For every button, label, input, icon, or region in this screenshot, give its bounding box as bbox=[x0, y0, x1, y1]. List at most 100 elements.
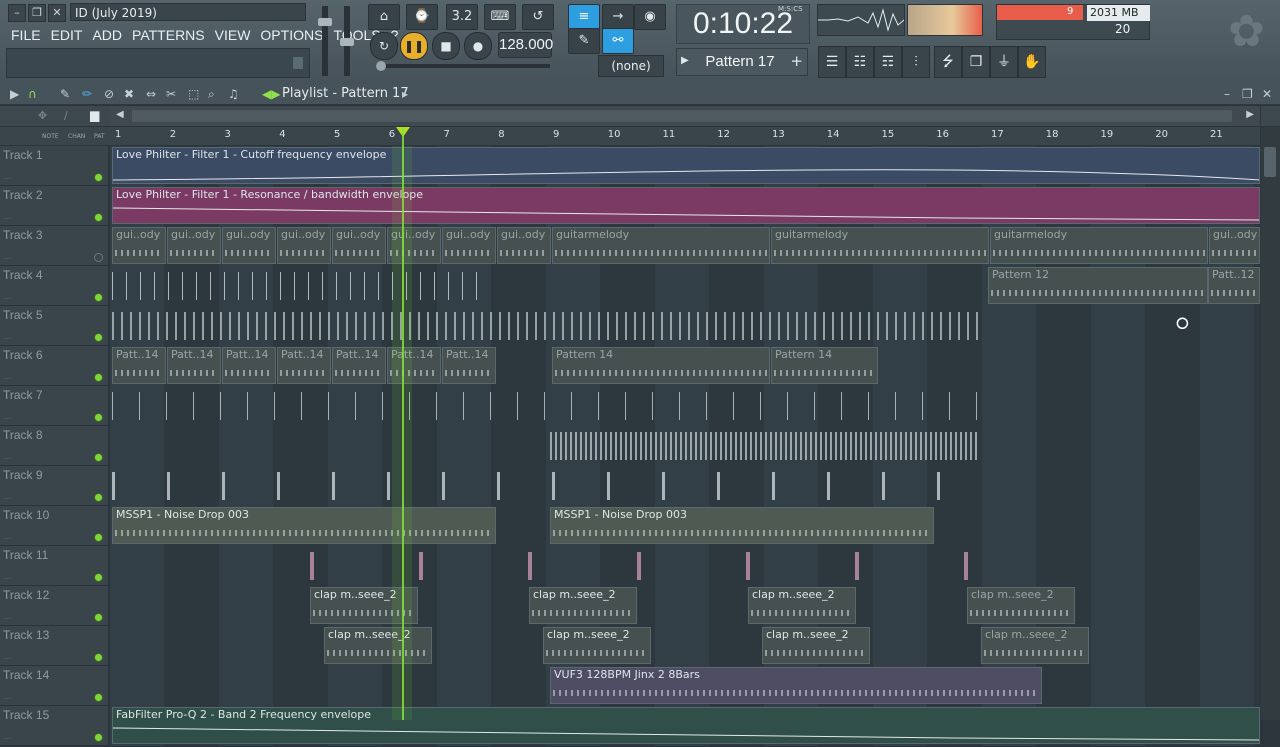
metronome-icon[interactable]: ⌂ bbox=[368, 4, 400, 30]
track-mute-led[interactable] bbox=[94, 613, 103, 622]
master-volume-slider[interactable] bbox=[318, 6, 332, 76]
playback-tool-icon[interactable]: ♫ bbox=[228, 86, 239, 102]
track-mute-led[interactable] bbox=[94, 453, 103, 462]
record-button[interactable]: ● bbox=[464, 32, 492, 60]
playlist-close-icon[interactable]: ✕ bbox=[1262, 86, 1272, 102]
recording-knob-icon[interactable]: ◉ bbox=[634, 4, 666, 30]
track-mute-led[interactable] bbox=[94, 533, 103, 542]
track-header[interactable]: Track 12 … bbox=[0, 586, 108, 626]
track-name[interactable]: Track 9 bbox=[3, 468, 43, 482]
bar-number[interactable]: 14 bbox=[827, 129, 840, 140]
track-grip-icon[interactable]: … bbox=[3, 252, 11, 261]
track-name[interactable]: Track 13 bbox=[3, 628, 49, 642]
pattern-hits[interactable] bbox=[112, 392, 982, 420]
track-name[interactable]: Track 1 bbox=[3, 148, 43, 162]
track-mute-led[interactable] bbox=[94, 693, 103, 702]
tempo-display[interactable]: 128.000 bbox=[498, 32, 553, 58]
typing-keyboard-icon[interactable]: ⌨ bbox=[484, 4, 516, 30]
bar-number[interactable]: 7 bbox=[444, 129, 450, 140]
playlist-clip[interactable]: Pattern 14 bbox=[552, 347, 770, 384]
col-chan[interactable]: CHAN bbox=[68, 133, 85, 140]
col-pat[interactable]: PAT bbox=[94, 133, 105, 140]
track-header[interactable]: Track 10… bbox=[0, 506, 108, 546]
track-mute-led[interactable] bbox=[94, 253, 103, 262]
track-header[interactable]: Track 5… bbox=[0, 306, 108, 346]
mute-tool-icon[interactable]: ✖ bbox=[124, 86, 134, 102]
track-grip-icon[interactable]: … bbox=[3, 412, 11, 421]
col-note[interactable]: NOTE bbox=[42, 133, 59, 140]
position-slider[interactable] bbox=[376, 61, 550, 71]
track-grip-icon[interactable]: … bbox=[3, 732, 11, 741]
playlist-clip[interactable]: gui..ody bbox=[332, 227, 386, 264]
track-header[interactable]: Track 2… bbox=[0, 186, 108, 226]
pattern-hits[interactable] bbox=[112, 272, 484, 300]
slip-tool-icon[interactable]: ⇔ bbox=[146, 86, 156, 102]
bar-number[interactable]: 5 bbox=[334, 129, 340, 140]
pattern-hits[interactable] bbox=[112, 312, 982, 340]
playlist-clip[interactable]: gui..ody bbox=[1209, 227, 1260, 264]
track-mute-led[interactable] bbox=[94, 413, 103, 422]
piano-icon[interactable]: ▆ bbox=[90, 108, 99, 122]
track-lane[interactable]: FabFilter Pro-Q 2 - Band 2 Frequency env… bbox=[110, 706, 1260, 747]
track-header[interactable]: Track 8… bbox=[0, 426, 108, 466]
playlist-clip[interactable]: gui..ody bbox=[277, 227, 331, 264]
menu-options[interactable]: OPTIONS bbox=[255, 24, 328, 46]
track-name[interactable]: Track 4 bbox=[3, 268, 43, 282]
track-mute-led[interactable] bbox=[94, 733, 103, 742]
select-tool-icon[interactable]: ⬚ bbox=[188, 86, 199, 102]
bar-number[interactable]: 17 bbox=[991, 129, 1004, 140]
slider-handle[interactable] bbox=[318, 18, 332, 26]
link-icon[interactable]: ⚯ bbox=[602, 28, 634, 54]
track-header[interactable]: Track 4… bbox=[0, 266, 108, 306]
track-header[interactable]: Track 9… bbox=[0, 466, 108, 506]
playlist-clip[interactable]: Pattern 14 bbox=[771, 347, 878, 384]
track-name[interactable]: Track 12 bbox=[3, 588, 49, 602]
play-pattern-icon[interactable]: ▶ bbox=[681, 55, 689, 66]
playlist-clip[interactable]: Patt..14 bbox=[167, 347, 221, 384]
playlist-clip[interactable]: clap m..seee_2 bbox=[967, 587, 1075, 624]
playlist-clip[interactable]: VUF3 128BPM Jinx 2 8Bars bbox=[550, 667, 1042, 704]
mixer-icon[interactable]: ⫶ bbox=[902, 46, 930, 78]
playlist-minimize-icon[interactable]: – bbox=[1224, 86, 1230, 102]
playlist-clip[interactable]: clap m..seee_2 bbox=[762, 627, 870, 664]
pencil-icon[interactable]: ✎ bbox=[568, 28, 600, 54]
playlist-clip[interactable]: guitarmelody bbox=[552, 227, 770, 264]
track-name[interactable]: Track 6 bbox=[3, 348, 43, 362]
track-grip-icon[interactable]: … bbox=[3, 572, 11, 581]
track-name[interactable]: Track 2 bbox=[3, 188, 43, 202]
playlist-clip[interactable]: Patt..14 bbox=[112, 347, 166, 384]
menu-edit[interactable]: EDIT bbox=[46, 24, 88, 46]
snap-selector[interactable]: (none) bbox=[598, 55, 664, 77]
track-header[interactable]: Track 13… bbox=[0, 626, 108, 666]
playlist-arrows-icon[interactable]: ◀▶ bbox=[262, 86, 280, 102]
timeline-ruler[interactable]: 1 2 3 4 5 6 7 8 9 10 11 12 13 14 15 16 17 18 19 20 21 bbox=[110, 127, 1260, 145]
pattern-selector[interactable]: ▶ Pattern 17 + bbox=[676, 48, 808, 76]
playlist-clip[interactable]: guitarmelody bbox=[771, 227, 989, 264]
track-lane[interactable]: Love Philter - Filter 1 - Resonance / ba… bbox=[110, 186, 1260, 227]
track-lane[interactable] bbox=[110, 546, 1260, 587]
track-name[interactable]: Track 14 bbox=[3, 668, 49, 682]
playlist-clip[interactable]: guitarmelody bbox=[990, 227, 1208, 264]
playlist-clip[interactable]: Love Philter - Filter 1 - Cutoff frequen… bbox=[112, 147, 1260, 184]
bar-number[interactable]: 20 bbox=[1155, 129, 1168, 140]
countdown-icon[interactable]: ↺ bbox=[522, 4, 554, 30]
track-grip-icon[interactable]: … bbox=[3, 172, 11, 181]
menu-view[interactable]: VIEW bbox=[210, 24, 256, 46]
playlist-clip[interactable]: clap m..seee_2 bbox=[529, 587, 637, 624]
scroll-right-icon[interactable]: ▶ bbox=[1246, 109, 1254, 120]
track-lane[interactable]: Pattern 12 Patt..12 bbox=[110, 266, 1260, 307]
bar-number[interactable]: 11 bbox=[663, 129, 676, 140]
pattern-song-mode-icon[interactable]: ≡ bbox=[568, 4, 600, 30]
track-grip-icon[interactable]: … bbox=[3, 612, 11, 621]
zoom-tool-icon[interactable]: ⌕ bbox=[208, 86, 215, 102]
track-header[interactable]: Track 3… bbox=[0, 226, 108, 266]
track-mute-led[interactable] bbox=[94, 293, 103, 302]
pattern-hits[interactable] bbox=[112, 472, 958, 500]
pattern-name[interactable]: Pattern 17 bbox=[695, 49, 785, 75]
track-header[interactable]: Track 15… bbox=[0, 706, 108, 746]
bar-number[interactable]: 8 bbox=[498, 129, 504, 140]
playlist-clip[interactable]: clap m..seee_2 bbox=[748, 587, 856, 624]
bar-number[interactable]: 13 bbox=[772, 129, 785, 140]
playlist-clip[interactable]: Patt..12 bbox=[1208, 267, 1260, 304]
track-name[interactable]: Track 7 bbox=[3, 388, 43, 402]
